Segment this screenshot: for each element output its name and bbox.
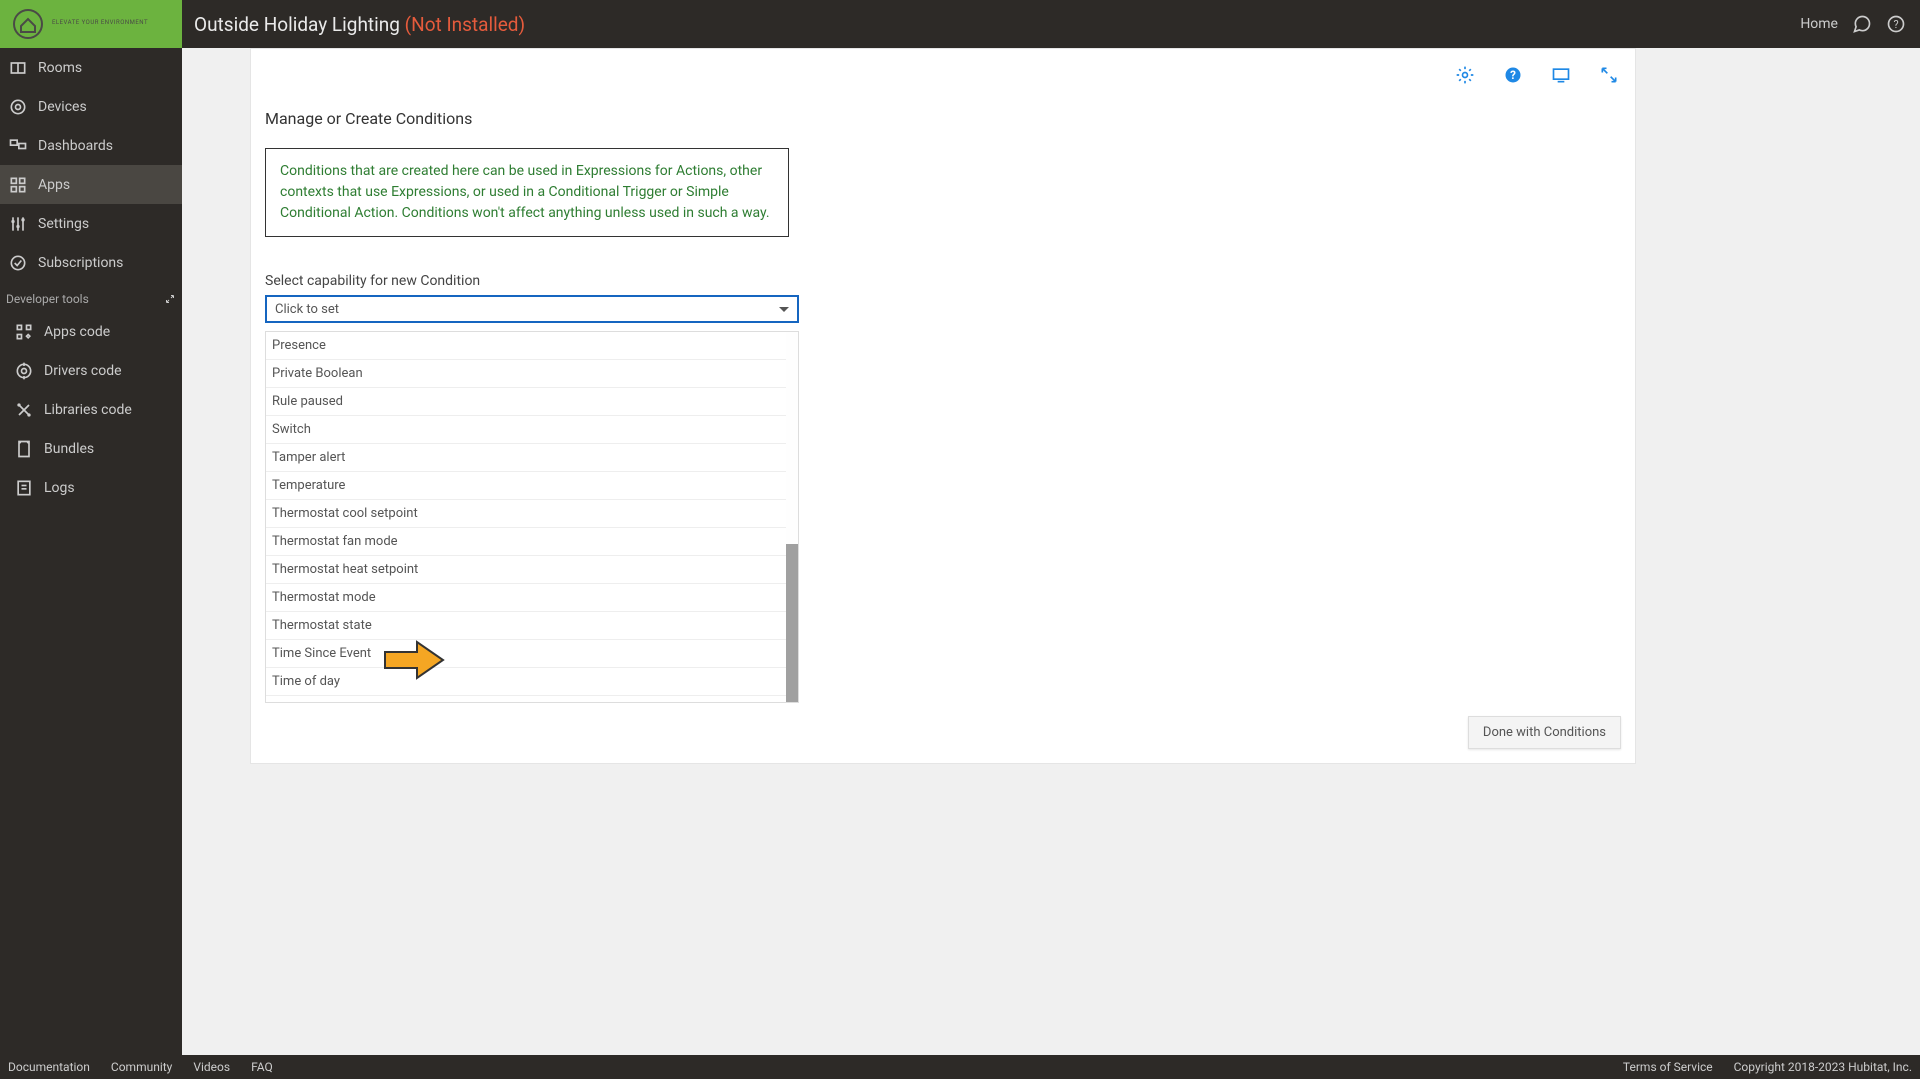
install-status: (Not Installed): [405, 13, 526, 36]
footer-link-videos[interactable]: Videos: [193, 1060, 230, 1074]
option-rule-paused[interactable]: Rule paused: [266, 388, 798, 416]
top-right-nav: Home ?: [1800, 14, 1906, 34]
done-button[interactable]: Done with Conditions: [1468, 716, 1621, 749]
main-content: ? Manage or Create Conditions Conditions…: [182, 48, 1920, 1055]
sidebar-item-settings[interactable]: Settings: [0, 204, 182, 243]
svg-text:?: ?: [1893, 18, 1898, 31]
sidebar-item-label: Drivers code: [44, 363, 122, 379]
option-switch[interactable]: Switch: [266, 416, 798, 444]
sidebar-item-logs[interactable]: Logs: [0, 468, 182, 507]
help-icon[interactable]: ?: [1503, 65, 1523, 85]
logs-icon: [14, 478, 34, 498]
sidebar-item-apps-code[interactable]: Apps code: [0, 312, 182, 351]
option-presence[interactable]: Presence: [266, 332, 798, 360]
listbox-scrollbar-thumb[interactable]: [786, 544, 798, 702]
footer: Documentation Community Videos FAQ Terms…: [0, 1055, 1920, 1079]
sidebar-item-subscriptions[interactable]: Subscriptions: [0, 243, 182, 282]
devices-icon: [8, 97, 28, 117]
footer-link-community[interactable]: Community: [111, 1060, 172, 1074]
capability-listbox: Presence Private Boolean Rule paused Swi…: [265, 331, 799, 703]
section-title: Manage or Create Conditions: [265, 109, 1621, 128]
sidebar-item-label: Settings: [38, 216, 89, 232]
option-time-since-event[interactable]: Time Since Event: [266, 640, 798, 668]
sidebar-section-label: Developer tools: [6, 292, 89, 306]
sidebar-item-bundles[interactable]: Bundles: [0, 429, 182, 468]
sidebar-item-label: Subscriptions: [38, 255, 123, 271]
drivers-code-icon: [14, 361, 34, 381]
hubitat-logo-icon: [12, 8, 44, 40]
option-time-of-day[interactable]: Time of day: [266, 668, 798, 696]
sidebar-item-drivers-code[interactable]: Drivers code: [0, 351, 182, 390]
sidebar-item-apps[interactable]: Apps: [0, 165, 182, 204]
sidebar-item-label: Apps code: [44, 324, 110, 340]
sidebar-item-label: Dashboards: [38, 138, 113, 154]
option-temperature[interactable]: Temperature: [266, 472, 798, 500]
gear-icon[interactable]: [1455, 65, 1475, 85]
screen-icon[interactable]: [1551, 65, 1571, 85]
footer-link-faq[interactable]: FAQ: [251, 1060, 273, 1074]
svg-text:?: ?: [1510, 68, 1516, 82]
card-toolbar: ?: [1455, 65, 1619, 85]
content-card: ? Manage or Create Conditions Conditions…: [250, 48, 1636, 764]
option-private-boolean[interactable]: Private Boolean: [266, 360, 798, 388]
option-thermostat-state[interactable]: Thermostat state: [266, 612, 798, 640]
footer-tos[interactable]: Terms of Service: [1623, 1060, 1713, 1074]
option-valve[interactable]: Valve: [266, 696, 798, 702]
option-thermostat-cool-setpoint[interactable]: Thermostat cool setpoint: [266, 500, 798, 528]
sidebar-item-label: Libraries code: [44, 402, 132, 418]
chat-icon[interactable]: [1852, 14, 1872, 34]
logo-text: Hubitat ELEVATE YOUR ENVIRONMENT: [52, 22, 148, 26]
logo[interactable]: Hubitat ELEVATE YOUR ENVIRONMENT: [0, 0, 182, 48]
home-link[interactable]: Home: [1800, 16, 1838, 32]
bundles-icon: [14, 439, 34, 459]
sidebar-section-developer[interactable]: Developer tools: [0, 286, 182, 312]
footer-link-documentation[interactable]: Documentation: [8, 1060, 90, 1074]
sidebar-item-rooms[interactable]: Rooms: [0, 48, 182, 87]
help-icon[interactable]: ?: [1886, 14, 1906, 34]
rooms-icon: [8, 58, 28, 78]
option-thermostat-mode[interactable]: Thermostat mode: [266, 584, 798, 612]
sidebar-item-dashboards[interactable]: Dashboards: [0, 126, 182, 165]
sidebar-item-devices[interactable]: Devices: [0, 87, 182, 126]
capability-select[interactable]: Click to set: [265, 295, 799, 323]
option-tamper-alert[interactable]: Tamper alert: [266, 444, 798, 472]
option-thermostat-heat-setpoint[interactable]: Thermostat heat setpoint: [266, 556, 798, 584]
sidebar-item-label: Logs: [44, 480, 75, 496]
sidebar: Rooms Devices Dashboards Apps Settings S…: [0, 48, 182, 1055]
apps-icon: [8, 175, 28, 195]
collapse-icon: [164, 293, 176, 305]
footer-links: Documentation Community Videos FAQ: [8, 1060, 291, 1074]
sidebar-item-label: Devices: [38, 99, 87, 115]
footer-right: Terms of Service Copyright 2018-2023 Hub…: [1605, 1060, 1912, 1074]
libraries-code-icon: [14, 400, 34, 420]
expand-icon[interactable]: [1599, 65, 1619, 85]
sidebar-item-label: Apps: [38, 177, 70, 193]
info-box: Conditions that are created here can be …: [265, 148, 789, 237]
option-thermostat-fan-mode[interactable]: Thermostat fan mode: [266, 528, 798, 556]
apps-code-icon: [14, 322, 34, 342]
topbar: Hubitat ELEVATE YOUR ENVIRONMENT Outside…: [0, 0, 1920, 48]
sidebar-item-label: Rooms: [38, 60, 82, 76]
annotation-arrow-icon: [383, 638, 445, 682]
settings-icon: [8, 214, 28, 234]
page-title: Outside Holiday Lighting (Not Installed): [194, 13, 525, 36]
select-label: Select capability for new Condition: [265, 273, 1621, 289]
sidebar-item-label: Bundles: [44, 441, 94, 457]
subscriptions-icon: [8, 253, 28, 273]
select-placeholder: Click to set: [275, 302, 339, 317]
dashboards-icon: [8, 136, 28, 156]
chevron-down-icon: [779, 307, 789, 312]
sidebar-item-libraries-code[interactable]: Libraries code: [0, 390, 182, 429]
footer-copyright: Copyright 2018-2023 Hubitat, Inc.: [1734, 1060, 1912, 1074]
